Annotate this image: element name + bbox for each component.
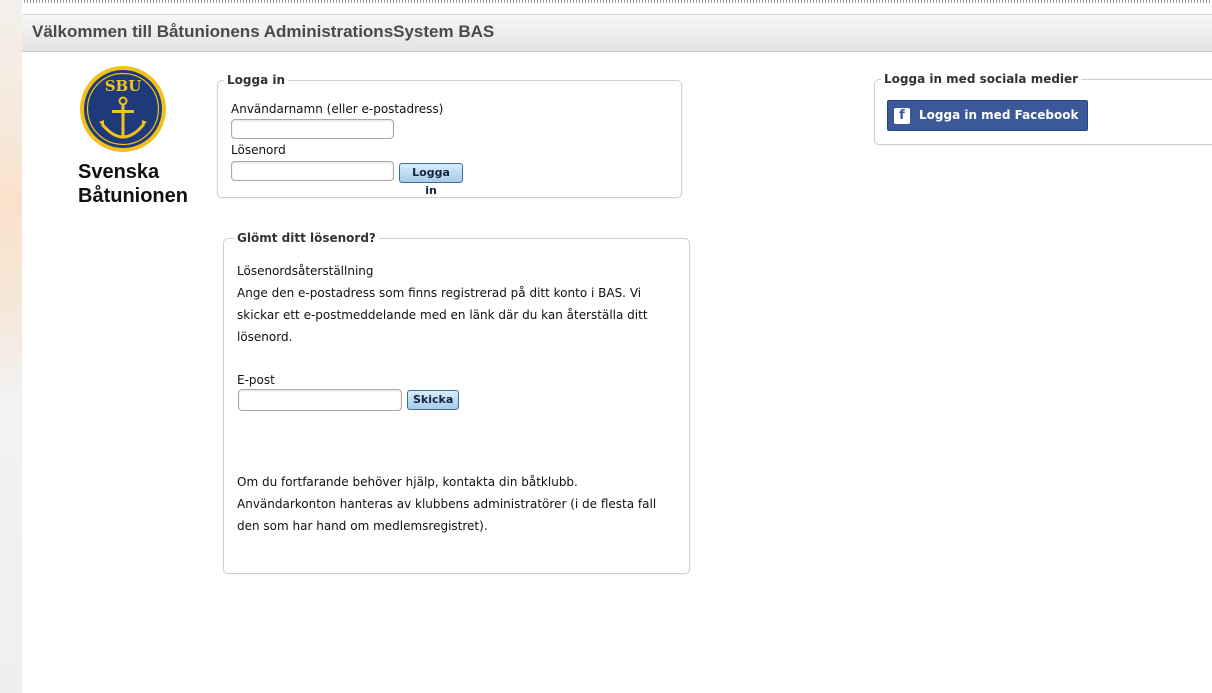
send-button[interactable]: Skicka [407,390,459,410]
org-name-line2: Båtunionen [78,185,188,207]
reset-heading: Lösenordsåterställning [237,264,374,278]
org-name-line1: Svenska [78,161,160,183]
logo-badge-text: SBU [105,77,142,95]
facebook-icon: f [894,108,910,124]
organization-name: Svenska Båtunionen [78,160,198,208]
help-text-line3: den som har hand om medlemsregistret). [237,519,488,533]
username-label: Användarnamn (eller e-postadress) [231,102,444,116]
page-header: Välkommen till Båtunionens Administratio… [22,14,1212,52]
login-fieldset: Logga in Användarnamn (eller e-postadres… [217,72,682,198]
login-button[interactable]: Logga in [399,163,463,197]
password-label: Lösenord [231,143,286,157]
username-input[interactable] [231,119,394,139]
facebook-login-button[interactable]: f Logga in med Facebook [887,100,1088,131]
reset-description-line2: skickar ett e-postmeddelande med en länk… [237,308,648,322]
reset-description-line3: lösenord. [237,330,293,344]
facebook-login-label: Logga in med Facebook [919,108,1079,122]
top-border [0,0,1212,3]
help-text-line2: Användarkonton hanteras av klubbens admi… [237,497,657,511]
forgot-password-fieldset: Glömt ditt lösenord? Lösenordsåterställn… [223,230,690,574]
reset-description-line1: Ange den e-postadress som finns registre… [237,286,642,300]
forgot-password-legend: Glömt ditt lösenord? [234,230,379,246]
social-login-legend: Logga in med sociala medier [881,71,1082,87]
left-decoration [0,0,22,693]
login-legend: Logga in [224,72,289,88]
email-input[interactable] [238,389,402,411]
page-title: Välkommen till Båtunionens Administratio… [32,22,495,41]
help-text-line1: Om du fortfarande behöver hjälp, kontakt… [237,475,578,489]
password-input[interactable] [231,161,394,181]
sbu-logo-icon: SBU [80,66,166,152]
email-label: E-post [237,373,275,387]
